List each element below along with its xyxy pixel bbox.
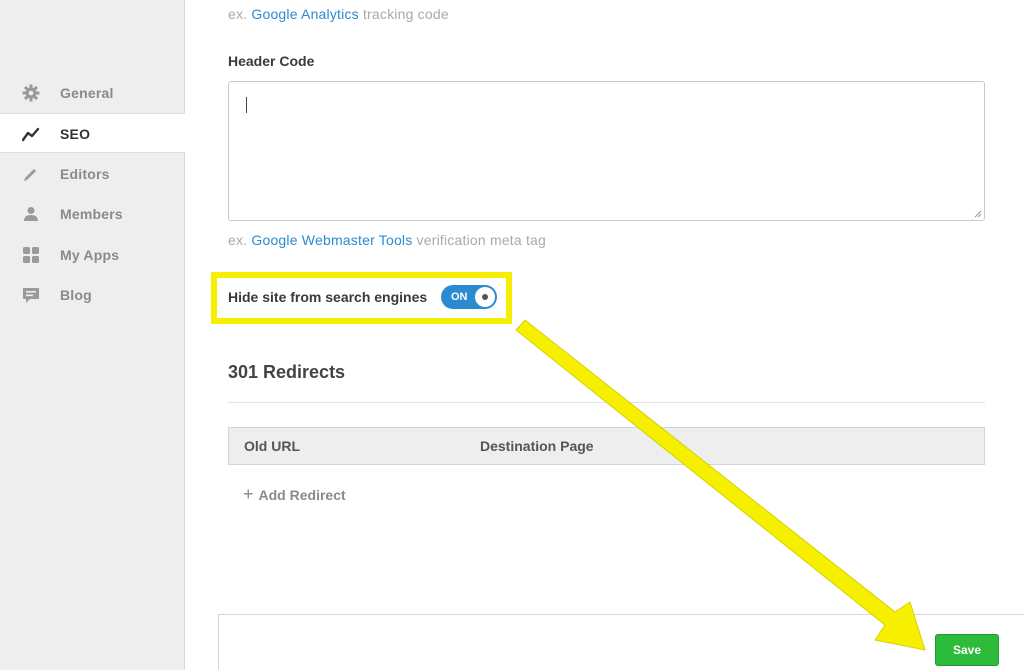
resize-grip-icon[interactable] — [974, 210, 982, 218]
person-icon — [24, 207, 38, 221]
toggle-knob — [475, 287, 495, 307]
divider — [228, 402, 985, 403]
add-redirect-label: Add Redirect — [258, 486, 346, 503]
sidebar-item-label: General — [60, 85, 114, 101]
sidebar-item-blog[interactable]: Blog — [0, 275, 185, 315]
webmaster-hint: ex. Google Webmaster Tools verification … — [228, 232, 546, 248]
text-caret — [246, 97, 247, 113]
sidebar-item-my-apps[interactable]: My Apps — [0, 235, 185, 275]
footer-bar — [218, 614, 1024, 670]
sidebar-item-label: My Apps — [60, 247, 120, 263]
trend-icon — [22, 127, 40, 142]
hide-site-label: Hide site from search engines — [228, 289, 428, 305]
header-code-textarea[interactable] — [228, 81, 985, 221]
sidebar-item-label: Blog — [60, 287, 92, 303]
plus-icon: + — [243, 484, 254, 504]
sidebar-item-label: SEO — [60, 126, 91, 142]
sidebar-item-editors[interactable]: Editors — [0, 154, 185, 194]
sidebar: General SEO Editors Members My Apps Blog — [0, 0, 185, 670]
google-webmaster-tools-link[interactable]: Google Webmaster Tools — [251, 232, 412, 248]
analytics-hint: ex. Google Analytics tracking code — [228, 6, 449, 22]
redirects-title: 301 Redirects — [228, 362, 346, 382]
apps-grid-icon — [23, 247, 39, 263]
hint-prefix: ex. — [228, 232, 248, 248]
add-redirect-button[interactable]: + Add Redirect — [243, 484, 346, 505]
comment-icon — [23, 288, 39, 303]
header-code-label: Header Code — [228, 53, 315, 69]
sidebar-item-label: Members — [60, 206, 123, 222]
redirects-table-header: Old URL Destination Page — [228, 427, 985, 465]
column-old-url: Old URL — [244, 438, 300, 454]
sidebar-item-general[interactable]: General — [0, 73, 185, 113]
pencil-icon — [24, 169, 36, 181]
hint-suffix: tracking code — [362, 6, 449, 22]
column-destination-page: Destination Page — [480, 438, 594, 454]
google-analytics-link[interactable]: Google Analytics — [251, 6, 358, 22]
toggle-state-text: ON — [451, 291, 468, 303]
save-button[interactable]: Save — [935, 634, 999, 666]
hide-site-toggle[interactable]: ON — [441, 285, 497, 309]
hint-prefix: ex. — [228, 6, 248, 22]
sidebar-item-members[interactable]: Members — [0, 194, 185, 234]
hint-suffix: verification meta tag — [416, 232, 547, 248]
sidebar-item-seo[interactable]: SEO — [0, 113, 185, 153]
gear-icon — [22, 84, 40, 102]
sidebar-item-label: Editors — [60, 166, 110, 182]
